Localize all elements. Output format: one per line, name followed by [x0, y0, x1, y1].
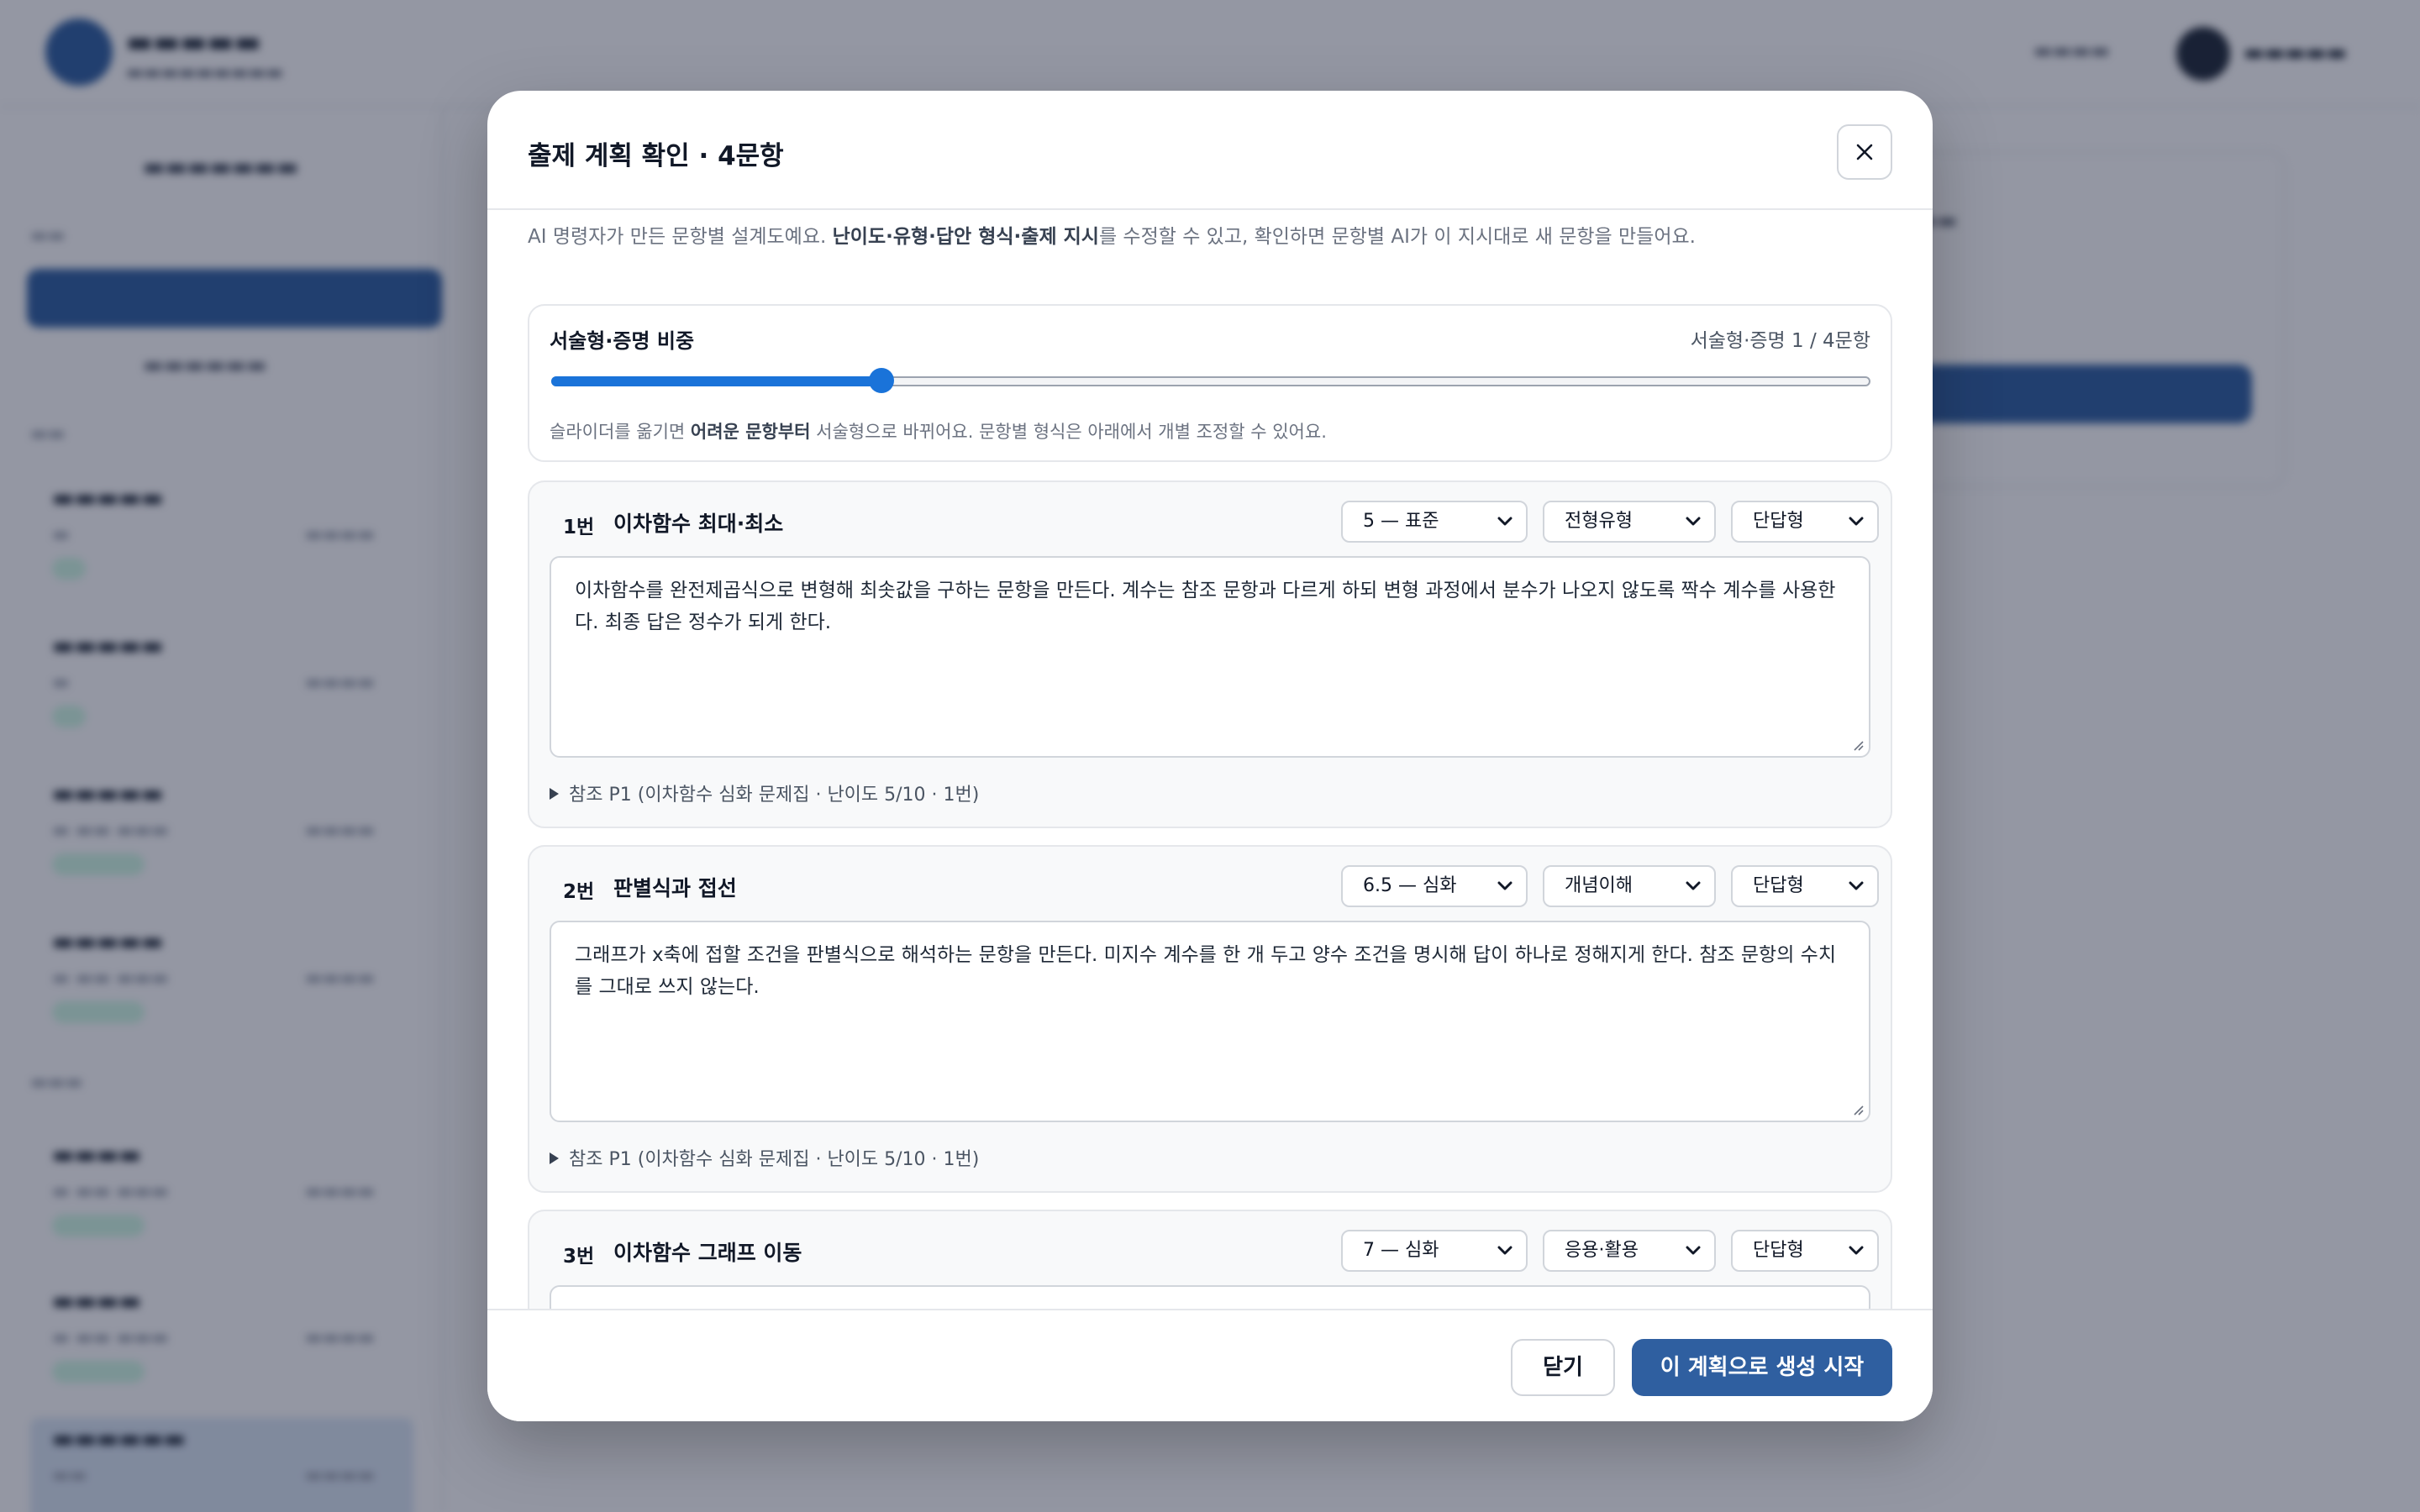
item-number: 2번: [563, 881, 595, 903]
hint-emphasis: 어려운 문항부터: [690, 422, 811, 442]
format-value: 단답형: [1753, 875, 1804, 896]
difficulty-select[interactable]: 7 — 심화: [1341, 1230, 1528, 1272]
dismiss-button[interactable]: 닫기: [1511, 1339, 1615, 1396]
item-number: 3번: [563, 1246, 595, 1268]
reference-text: 참조 P1 (이차함수 심화 문제집 · 난이도 5/10 · 1번): [569, 785, 980, 806]
modal-footer: 닫기 이 계획으로 생성 시작: [487, 1309, 1933, 1421]
difficulty-value: 7 — 심화: [1363, 1240, 1439, 1261]
hint-text: 슬라이더를 옮기면: [550, 422, 691, 442]
type-value: 개념이해: [1565, 875, 1633, 896]
disclosure-triangle-icon: [550, 788, 559, 800]
type-value: 전형유형: [1565, 511, 1633, 532]
difficulty-select[interactable]: 6.5 — 심화: [1341, 865, 1528, 907]
format-value: 단답형: [1753, 511, 1804, 532]
chevron-down-icon: [1686, 881, 1701, 890]
format-select[interactable]: 단답형: [1731, 865, 1879, 907]
essay-ratio-slider[interactable]: [551, 368, 1870, 393]
difficulty-value: 6.5 — 심화: [1363, 875, 1457, 896]
directive-text: 그래프가 x축에 접할 조건을 판별식으로 해석하는 문항을 만든다. 미지수 …: [575, 944, 1836, 998]
type-select[interactable]: 응용·활용: [1543, 1230, 1716, 1272]
directive-textarea[interactable]: 그래프가 x축에 접할 조건을 판별식으로 해석하는 문항을 만든다. 미지수 …: [550, 921, 1870, 1122]
item-number: 1번: [563, 517, 595, 538]
intro-text: AI 명령자가 만든 문항별 설계도예요.: [528, 226, 833, 248]
chevron-down-icon: [1849, 1246, 1864, 1255]
chevron-down-icon: [1497, 881, 1512, 890]
modal-header: 출제 계획 확인 · 4문항: [487, 91, 1933, 210]
plan-item-card: 1번 이차함수 최대·최소 5 — 표준 전형유형 단답형 이차함수를 완전제곱…: [528, 480, 1892, 828]
generation-plan-modal: 출제 계획 확인 · 4문항 AI 명령자가 만든 문항별 설계도예요. 난이도…: [487, 91, 1933, 1421]
format-select[interactable]: 단답형: [1731, 1230, 1879, 1272]
reference-text: 참조 P1 (이차함수 심화 문제집 · 난이도 5/10 · 1번): [569, 1149, 980, 1170]
chevron-down-icon: [1497, 1246, 1512, 1255]
item-title: 이차함수 그래프 이동: [613, 1241, 802, 1265]
directive-text: 이차함수를 완전제곱식으로 변형해 최솟값을 구하는 문항을 만든다. 계수는 …: [575, 580, 1836, 633]
chevron-down-icon: [1849, 517, 1864, 526]
type-value: 응용·활용: [1565, 1240, 1639, 1261]
resize-handle-icon[interactable]: [1852, 1104, 1864, 1116]
hint-text-suffix: 서술형으로 바뀌어요. 문항별 형식은 아래에서 개별 조정할 수 있어요.: [810, 422, 1327, 442]
modal-intro: AI 명령자가 만든 문항별 설계도예요. 난이도·유형·답안 형식·출제 지시…: [528, 220, 1696, 249]
format-select[interactable]: 단답형: [1731, 501, 1879, 543]
chevron-down-icon: [1686, 1246, 1701, 1255]
modal-title: 출제 계획 확인 · 4문항: [528, 141, 784, 171]
format-value: 단답형: [1753, 1240, 1804, 1261]
intro-emphasis: 난이도·유형·답안 형식·출제 지시: [832, 226, 1099, 248]
difficulty-value: 5 — 표준: [1363, 511, 1439, 532]
reference-toggle[interactable]: 참조 P1 (이차함수 심화 문제집 · 난이도 5/10 · 1번): [550, 780, 979, 806]
reference-toggle[interactable]: 참조 P1 (이차함수 심화 문제집 · 난이도 5/10 · 1번): [550, 1144, 979, 1171]
chevron-down-icon: [1849, 881, 1864, 890]
start-generation-button[interactable]: 이 계획으로 생성 시작: [1632, 1339, 1892, 1396]
slider-fill: [551, 376, 881, 386]
essay-ratio-hint: 슬라이더를 옮기면 어려운 문항부터 서술형으로 바뀌어요. 문항별 형식은 아…: [550, 418, 1327, 444]
chevron-down-icon: [1497, 517, 1512, 526]
essay-ratio-label: 서술형·증명 비중: [550, 329, 695, 353]
essay-ratio-count: 서술형·증명 1 / 4문항: [1690, 330, 1870, 352]
essay-ratio-panel: 서술형·증명 비중 서술형·증명 1 / 4문항 슬라이더를 옮기면 어려운 문…: [528, 304, 1892, 462]
difficulty-select[interactable]: 5 — 표준: [1341, 501, 1528, 543]
type-select[interactable]: 개념이해: [1543, 865, 1716, 907]
type-select[interactable]: 전형유형: [1543, 501, 1716, 543]
close-button[interactable]: [1837, 124, 1892, 180]
slider-thumb[interactable]: [868, 368, 894, 393]
directive-textarea[interactable]: 이차함수를 완전제곱식으로 변형해 최솟값을 구하는 문항을 만든다. 계수는 …: [550, 556, 1870, 758]
resize-handle-icon[interactable]: [1852, 739, 1864, 751]
item-title: 판별식과 접선: [613, 876, 737, 900]
plan-item-card: 2번 판별식과 접선 6.5 — 심화 개념이해 단답형 그래프가 x축에 접할…: [528, 845, 1892, 1193]
disclosure-triangle-icon: [550, 1152, 559, 1164]
intro-text-suffix: 를 수정할 수 있고, 확인하면 문항별 AI가 이 지시대로 새 문항을 만들…: [1098, 226, 1696, 248]
chevron-down-icon: [1686, 517, 1701, 526]
close-icon: [1856, 144, 1873, 160]
item-title: 이차함수 최대·최소: [613, 512, 784, 536]
